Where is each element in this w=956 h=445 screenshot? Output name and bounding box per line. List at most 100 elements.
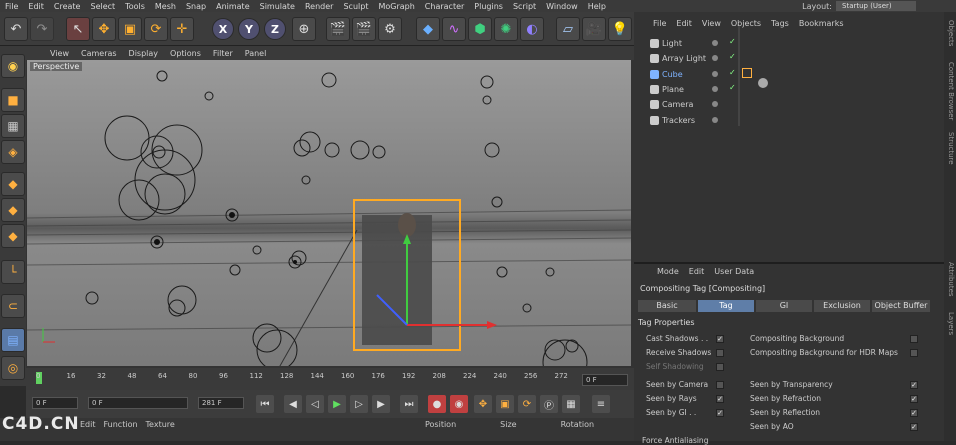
material-menu-edit[interactable]: Edit: [80, 420, 96, 429]
enabled-check[interactable]: ✓: [729, 68, 736, 77]
deformer-button[interactable]: ◐: [520, 17, 544, 41]
side-tab-layers[interactable]: Layers: [945, 312, 955, 335]
menu-item-simulate[interactable]: Simulate: [255, 2, 300, 11]
move-tool-button[interactable]: ✥: [92, 17, 116, 41]
prop-right-checkbox[interactable]: ✓: [910, 423, 918, 431]
lock-workplane-button[interactable]: ◎: [1, 356, 25, 380]
attr-menu-mode[interactable]: Mode: [652, 267, 684, 276]
tab-basic[interactable]: Basic: [638, 300, 696, 312]
prop-left-checkbox[interactable]: ✓: [716, 409, 724, 417]
x-axis-lock-button[interactable]: X: [212, 18, 234, 40]
prop-right-checkbox[interactable]: ✓: [910, 395, 918, 403]
make-editable-button[interactable]: ◉: [1, 54, 25, 78]
viewport-canvas[interactable]: Perspective: [27, 60, 631, 366]
material-menu-function[interactable]: Function: [104, 420, 138, 429]
viewport-menu-panel[interactable]: Panel: [239, 49, 273, 58]
object-menu-view[interactable]: View: [697, 19, 726, 28]
render-view-button[interactable]: 🎬: [326, 17, 350, 41]
menu-item-animate[interactable]: Animate: [211, 2, 255, 11]
polygons-mode-button[interactable]: ◆: [1, 224, 25, 248]
prop-left-checkbox[interactable]: [716, 349, 724, 357]
object-menu-file[interactable]: File: [648, 19, 671, 28]
prop-right-checkbox[interactable]: ✓: [910, 409, 918, 417]
rotate-tool-button[interactable]: ⟳: [144, 17, 168, 41]
enabled-check[interactable]: ✓: [729, 52, 736, 61]
transform-tool-button[interactable]: ✛: [170, 17, 194, 41]
current-frame-field[interactable]: 0 F: [88, 397, 188, 409]
object-row[interactable]: Plane ✓: [634, 82, 944, 97]
y-axis-lock-button[interactable]: Y: [238, 18, 260, 40]
menu-item-select[interactable]: Select: [85, 2, 120, 11]
spline-button[interactable]: ∿: [442, 17, 466, 41]
key-rotation-button[interactable]: ⟳: [518, 395, 536, 413]
attr-menu-user-data[interactable]: User Data: [709, 267, 759, 276]
visibility-dot[interactable]: [712, 101, 718, 108]
tab-gi[interactable]: GI: [756, 300, 812, 312]
menu-item-script[interactable]: Script: [508, 2, 541, 11]
object-row[interactable]: Light ✓: [634, 36, 944, 51]
undo-button[interactable]: ↶: [4, 17, 28, 41]
visibility-dot[interactable]: [712, 55, 718, 62]
menu-item-character[interactable]: Character: [420, 2, 470, 11]
visibility-dot[interactable]: [712, 85, 718, 92]
timeline-frame-field[interactable]: 0 F: [582, 374, 628, 386]
object-row[interactable]: Camera: [634, 97, 944, 112]
prop-right-checkbox[interactable]: ✓: [910, 381, 918, 389]
enabled-check[interactable]: ✓: [729, 83, 736, 92]
menu-item-edit[interactable]: Edit: [23, 2, 49, 11]
menu-item-snap[interactable]: Snap: [181, 2, 211, 11]
material-menu-texture[interactable]: Texture: [146, 420, 175, 429]
attr-menu-edit[interactable]: Edit: [684, 267, 710, 276]
snapping-button[interactable]: ⊂: [1, 294, 25, 318]
object-row[interactable]: Array Light ✓: [634, 51, 944, 66]
side-tab-objects[interactable]: Objects: [945, 20, 955, 46]
key-parameter-button[interactable]: Ⓟ: [540, 395, 558, 413]
side-tab-content-browser[interactable]: Content Browser: [945, 62, 955, 120]
menu-item-create[interactable]: Create: [49, 2, 86, 11]
redo-button[interactable]: ↷: [30, 17, 54, 41]
enable-axis-button[interactable]: └: [1, 260, 25, 284]
menu-item-help[interactable]: Help: [583, 2, 611, 11]
tab-tag[interactable]: Tag: [698, 300, 754, 312]
object-menu-bookmarks[interactable]: Bookmarks: [794, 19, 849, 28]
menu-item-window[interactable]: Window: [541, 2, 583, 11]
prop-right-checkbox[interactable]: [910, 349, 918, 357]
menu-item-mograph[interactable]: MoGraph: [373, 2, 419, 11]
object-menu-objects[interactable]: Objects: [726, 19, 766, 28]
object-row[interactable]: Trackers: [634, 113, 944, 128]
tab-exclusion[interactable]: Exclusion: [814, 300, 870, 312]
object-menu-tags[interactable]: Tags: [766, 19, 794, 28]
viewport-menu-filter[interactable]: Filter: [207, 49, 239, 58]
menu-item-plugins[interactable]: Plugins: [469, 2, 508, 11]
previous-key-button[interactable]: ◀: [284, 395, 302, 413]
prop-left-checkbox[interactable]: [716, 381, 724, 389]
floor-button[interactable]: ▱: [556, 17, 580, 41]
edges-mode-button[interactable]: ◆: [1, 198, 25, 222]
object-row[interactable]: Cube ✓: [634, 67, 944, 82]
visibility-dot[interactable]: [712, 116, 718, 123]
workplane-mode-button[interactable]: ◈: [1, 140, 25, 164]
scale-tool-button[interactable]: ▣: [118, 17, 142, 41]
viewport-menu-view[interactable]: View: [44, 49, 75, 58]
prop-left-checkbox[interactable]: ✓: [716, 395, 724, 403]
array-button[interactable]: ✺: [494, 17, 518, 41]
previous-frame-button[interactable]: ◁: [306, 395, 324, 413]
workplane-button[interactable]: ▤: [1, 328, 25, 352]
menu-item-file[interactable]: File: [0, 2, 23, 11]
object-menu-edit[interactable]: Edit: [671, 19, 697, 28]
live-select-tool-button[interactable]: ↖: [66, 17, 90, 41]
play-button[interactable]: ▶: [328, 395, 346, 413]
end-frame-field[interactable]: 281 F: [198, 397, 244, 409]
side-tab-structure[interactable]: Structure: [945, 132, 955, 165]
texture-mode-button[interactable]: ▦: [1, 114, 25, 138]
light-button[interactable]: 💡: [608, 17, 632, 41]
z-axis-lock-button[interactable]: Z: [264, 18, 286, 40]
model-mode-button[interactable]: ■: [1, 88, 25, 112]
menu-item-render[interactable]: Render: [300, 2, 338, 11]
record-button[interactable]: ●: [428, 395, 446, 413]
layout-dropdown[interactable]: Startup (User): [836, 1, 916, 11]
coordinate-system-button[interactable]: ⊕: [292, 17, 316, 41]
timeline[interactable]: 0 F 0 16 32 48 64 80 96 112 128 144 160 176 192 208 22…: [26, 368, 634, 390]
visibility-dot[interactable]: [712, 70, 718, 77]
prop-left-checkbox[interactable]: ✓: [716, 335, 724, 343]
